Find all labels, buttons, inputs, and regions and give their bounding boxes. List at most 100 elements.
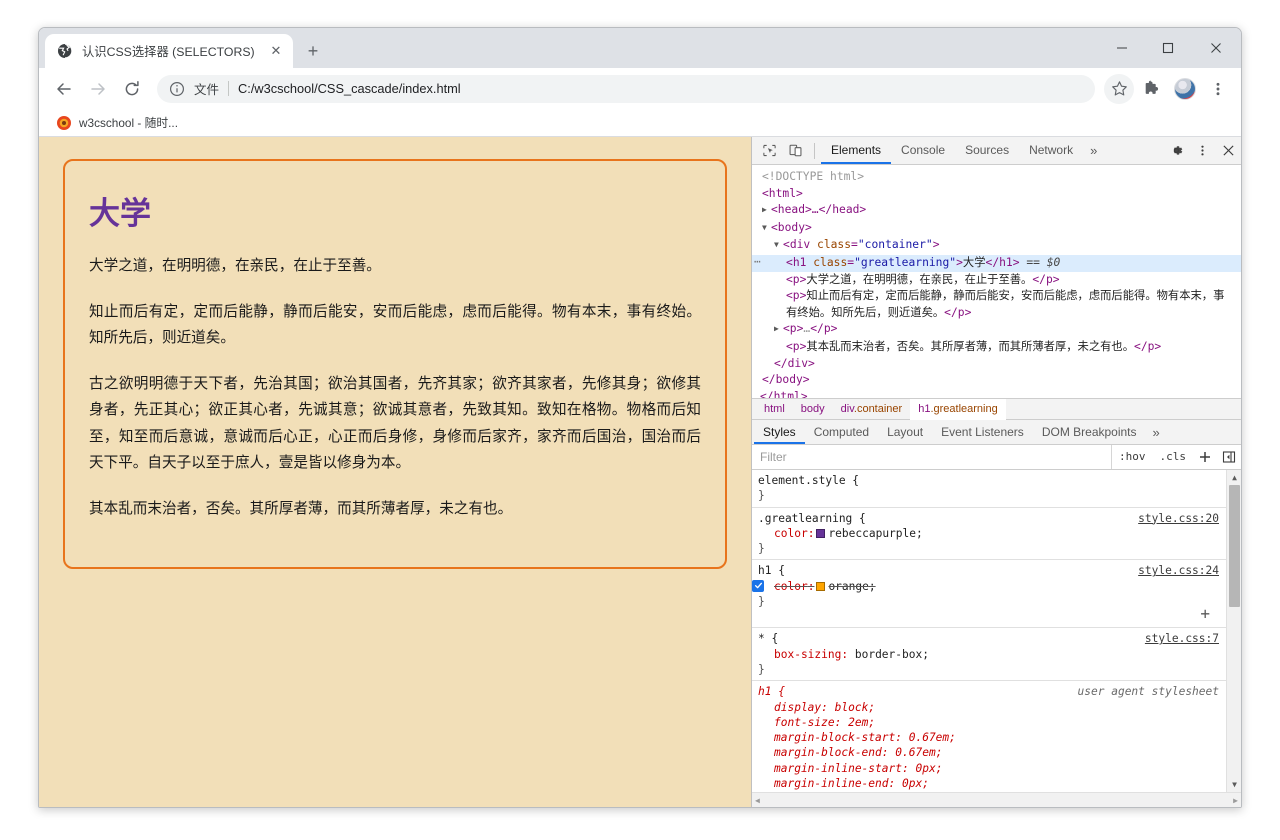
dom-row-body-open[interactable]: ▼<body>: [752, 220, 1241, 238]
breadcrumb-item-html[interactable]: html: [756, 399, 793, 420]
dom-tree[interactable]: <!DOCTYPE html> <html> ▶<head>…</head> ▼…: [752, 165, 1241, 398]
style-rule-universal[interactable]: * { style.css:7 box-sizing: border-box; …: [752, 628, 1226, 681]
device-toolbar-icon[interactable]: [782, 139, 808, 163]
devtools-menu-icon[interactable]: [1189, 139, 1215, 163]
color-swatch[interactable]: [816, 582, 825, 591]
info-circle-icon[interactable]: [169, 81, 185, 97]
dom-row-body-close[interactable]: </body>: [752, 372, 1241, 389]
user-agent-stylesheet-label: user agent stylesheet: [1078, 684, 1219, 699]
subtab-dom-breakpoints[interactable]: DOM Breakpoints: [1033, 420, 1146, 444]
computed-sidebar-toggle-icon[interactable]: [1217, 445, 1241, 469]
property-name[interactable]: color: [774, 580, 808, 593]
property-name[interactable]: color: [774, 527, 808, 540]
collapse-triangle-icon[interactable]: ▼: [762, 220, 771, 237]
expand-triangle-icon[interactable]: ▶: [774, 321, 783, 338]
styles-filter-row: Filter :hov .cls: [752, 445, 1241, 470]
devtools-tab-sources[interactable]: Sources: [955, 137, 1019, 164]
scroll-right-arrow-icon[interactable]: ▶: [1233, 796, 1238, 805]
declaration-color[interactable]: color:rebeccapurple;: [758, 526, 1226, 541]
devtools-tab-elements[interactable]: Elements: [821, 137, 891, 164]
more-tabs-chevron-icon[interactable]: »: [1083, 137, 1104, 164]
property-value[interactable]: orange: [828, 580, 868, 593]
styles-rule-list[interactable]: element.style { } .greatlearning { style…: [752, 470, 1226, 792]
element-classes-button[interactable]: .cls: [1153, 445, 1194, 469]
page-paragraph-1: 大学之道，在明明德，在亲民，在止于至善。: [89, 253, 701, 280]
bookmark-star-icon[interactable]: [1104, 74, 1134, 104]
devtools-tab-console[interactable]: Console: [891, 137, 955, 164]
p-open-tag: <p>: [783, 322, 803, 335]
add-declaration-row[interactable]: +: [758, 609, 1226, 624]
property-value: 0px: [902, 777, 922, 790]
declaration-color-struck[interactable]: color:orange;: [758, 579, 1226, 594]
devtools-close-icon[interactable]: [1215, 139, 1241, 163]
browser-tab[interactable]: 认识CSS选择器 (SELECTORS) ✕: [45, 34, 293, 68]
back-button[interactable]: [49, 74, 79, 104]
breadcrumb-item-body[interactable]: body: [793, 399, 833, 420]
maximize-button[interactable]: [1145, 28, 1191, 68]
dom-row-div-open[interactable]: ▼<div class="container">: [752, 237, 1241, 255]
close-button[interactable]: [1191, 28, 1241, 68]
dom-row-h1-selected[interactable]: ⋯<h1 class="greatlearning">大学</h1> == $0: [752, 255, 1241, 272]
breadcrumb-div-class: .container: [854, 403, 902, 415]
chrome-menu-icon[interactable]: [1203, 74, 1233, 104]
reload-button[interactable]: [117, 74, 147, 104]
property-name: margin-inline-end: [774, 777, 889, 790]
scroll-up-arrow-icon[interactable]: ▲: [1227, 470, 1242, 485]
forward-button[interactable]: [83, 74, 113, 104]
collapse-triangle-icon[interactable]: ▼: [774, 237, 783, 254]
breadcrumb-item-h1[interactable]: h1.greatlearning: [910, 399, 1006, 420]
declaration-enabled-checkbox[interactable]: [752, 580, 764, 592]
style-rule-greatlearning[interactable]: .greatlearning { style.css:20 color:rebe…: [752, 508, 1226, 561]
styles-horizontal-scrollbar[interactable]: ◀ ▶: [752, 792, 1241, 807]
dom-row-head[interactable]: ▶<head>…</head>: [752, 202, 1241, 220]
page-paragraph-3: 古之欲明明德于天下者，先治其国；欲治其国者，先齐其家；欲齐其家者，先修其身；欲修…: [89, 371, 701, 477]
new-style-rule-button[interactable]: [1193, 445, 1217, 469]
add-declaration-plus-icon[interactable]: +: [1200, 606, 1210, 622]
dom-row-div-close[interactable]: </div>: [752, 356, 1241, 373]
minimize-button[interactable]: [1099, 28, 1145, 68]
settings-gear-icon[interactable]: [1163, 139, 1189, 163]
breadcrumb-item-div[interactable]: div.container: [833, 399, 911, 420]
property-name: margin-block-start: [774, 731, 895, 744]
color-swatch[interactable]: [816, 529, 825, 538]
dom-row-p1[interactable]: <p>大学之道，在明明德，在亲民，在止于至善。</p>: [752, 272, 1241, 289]
style-rule-element-style[interactable]: element.style { }: [752, 470, 1226, 508]
expand-triangle-icon[interactable]: ▶: [762, 202, 771, 219]
row-options-dots-icon[interactable]: ⋯: [754, 254, 761, 271]
bookmark-item[interactable]: w3cschool - 随时...: [49, 111, 185, 134]
dom-row-p2[interactable]: <p>知止而后有定，定而后能静，静而后能安，安而后能虑，虑而后能得。物有本末，事…: [752, 288, 1241, 321]
rule-source-link[interactable]: style.css:24: [1138, 563, 1219, 578]
page-container: 大学 大学之道，在明明德，在亲民，在止于至善。 知止而后有定，定而后能静，静而后…: [63, 159, 727, 569]
inspect-element-icon[interactable]: [756, 139, 782, 163]
force-state-button[interactable]: :hov: [1112, 445, 1153, 469]
dom-row-html-open[interactable]: <html>: [752, 186, 1241, 203]
profile-avatar[interactable]: [1170, 74, 1200, 104]
style-rule-h1-overridden[interactable]: h1 { style.css:24 color:orange; } +: [752, 560, 1226, 628]
subtab-layout[interactable]: Layout: [878, 420, 932, 444]
styles-filter-input[interactable]: Filter: [752, 445, 1112, 469]
subtab-event-listeners[interactable]: Event Listeners: [932, 420, 1033, 444]
styles-vertical-scrollbar[interactable]: ▲ ▼: [1226, 470, 1241, 792]
browser-window: 认识CSS选择器 (SELECTORS) ✕ +: [38, 27, 1242, 808]
styles-area: element.style { } .greatlearning { style…: [752, 470, 1241, 792]
rule-source-link[interactable]: style.css:20: [1138, 511, 1219, 526]
dom-row-p4[interactable]: <p>其本乱而末治者，否矣。其所厚者薄，而其所薄者厚，未之有也。</p>: [752, 339, 1241, 356]
scrollbar-thumb[interactable]: [1229, 485, 1240, 607]
scroll-down-arrow-icon[interactable]: ▼: [1227, 777, 1242, 792]
extensions-puzzle-icon[interactable]: [1137, 74, 1167, 104]
tab-close-icon[interactable]: ✕: [267, 42, 285, 60]
dom-row-html-close[interactable]: </html>: [752, 389, 1241, 398]
address-bar[interactable]: 文件 C:/w3cschool/CSS_cascade/index.html: [157, 75, 1095, 103]
property-name[interactable]: box-sizing: [774, 648, 841, 661]
declaration-box-sizing[interactable]: box-sizing: border-box;: [758, 647, 1226, 662]
rule-source-link[interactable]: style.css:7: [1145, 631, 1219, 646]
dom-row-p3-collapsed[interactable]: ▶<p>…</p>: [752, 321, 1241, 339]
subtabs-more-chevron-icon[interactable]: »: [1146, 419, 1167, 446]
property-value[interactable]: border-box: [855, 648, 922, 661]
devtools-tab-network[interactable]: Network: [1019, 137, 1083, 164]
subtab-styles[interactable]: Styles: [754, 420, 805, 444]
new-tab-button[interactable]: +: [299, 37, 327, 65]
subtab-computed[interactable]: Computed: [805, 420, 878, 444]
scroll-left-arrow-icon[interactable]: ◀: [755, 796, 760, 805]
property-value[interactable]: rebeccapurple: [828, 527, 916, 540]
